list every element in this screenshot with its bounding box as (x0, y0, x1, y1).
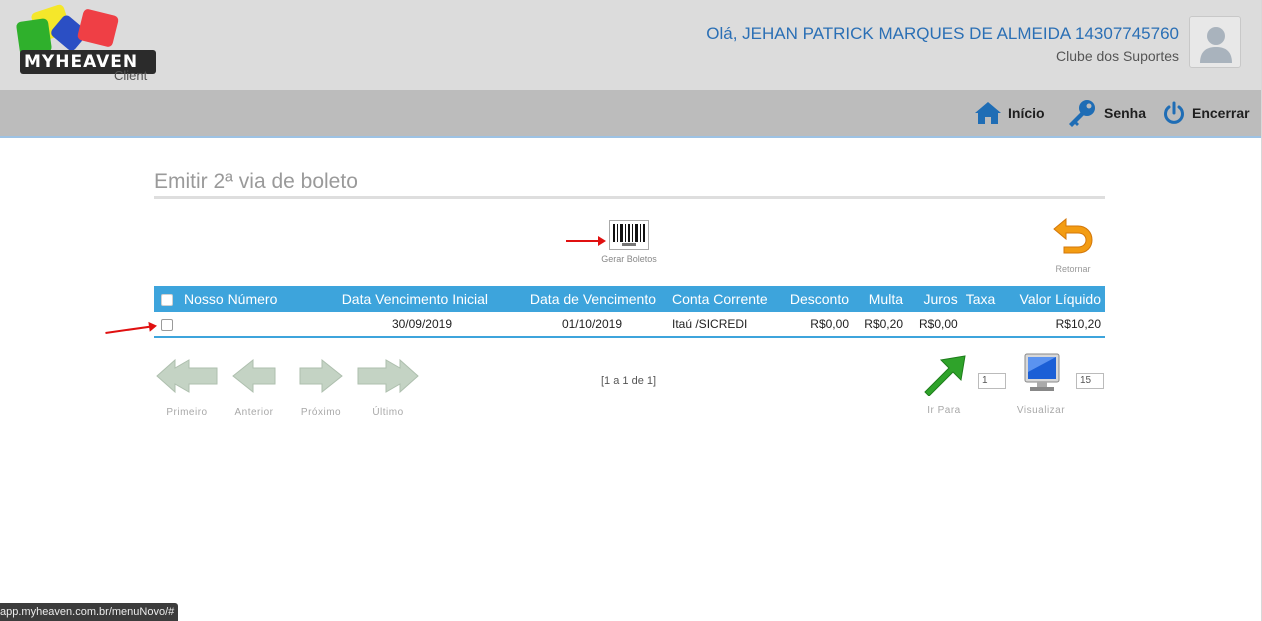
power-icon (1164, 101, 1184, 124)
nav-password[interactable]: Senha (1066, 90, 1146, 136)
view-label: Visualizar (1016, 405, 1066, 416)
page-size-input[interactable]: 15 (1076, 373, 1104, 389)
nav-logout[interactable]: Encerrar (1162, 90, 1250, 136)
nav-home-label: Início (1008, 105, 1045, 121)
nav-home[interactable]: Início (974, 90, 1045, 136)
last-page-button[interactable]: Último (355, 358, 421, 418)
view-button[interactable]: Visualizar (1014, 352, 1068, 416)
col-nosso-numero[interactable]: Nosso Número (180, 286, 304, 312)
go-to-page-label: Ir Para (927, 405, 961, 416)
return-button[interactable]: Retornar (1045, 215, 1101, 274)
col-data-vencimento[interactable]: Data de Vencimento (492, 286, 660, 312)
generate-boletos-button[interactable]: Gerar Boletos (600, 220, 658, 265)
double-arrow-right-icon (357, 358, 419, 394)
next-page-label: Próximo (300, 407, 342, 418)
nav-password-label: Senha (1104, 105, 1147, 121)
col-multa[interactable]: Multa (853, 286, 907, 312)
boletos-table: Nosso Número Data Vencimento Inicial Dat… (154, 286, 1105, 338)
select-all-cell (154, 286, 180, 312)
table-row[interactable]: 30/09/2019 01/10/2019 Itaú /SICREDI R$0,… (154, 312, 1105, 337)
logo-subtitle: Client (114, 68, 148, 83)
row-checkbox[interactable] (161, 318, 173, 331)
title-divider (154, 196, 1105, 199)
select-all-checkbox[interactable] (161, 294, 173, 307)
user-silhouette-icon (1200, 27, 1232, 63)
previous-page-label: Anterior (234, 407, 274, 418)
go-to-page-button[interactable]: Ir Para (918, 352, 970, 416)
cell-data-vencimento-inicial: 30/09/2019 (391, 317, 452, 331)
browser-status-url: app.myheaven.com.br/menuNovo/# (0, 603, 179, 621)
annotation-arrow-generate (566, 236, 606, 246)
row-select-cell (154, 312, 180, 337)
logo-red-tile (76, 8, 120, 48)
green-arrow-icon (924, 355, 966, 397)
col-valor-liquido[interactable]: Valor Líquido (1004, 286, 1105, 312)
first-page-label: Primeiro (166, 407, 208, 418)
return-arrow-icon (1053, 217, 1093, 254)
go-to-page-input[interactable]: 1 (978, 373, 1006, 389)
cell-desconto: R$0,00 (810, 317, 849, 331)
col-taxa[interactable]: Taxa (962, 286, 1004, 312)
user-greeting: Olá, JEHAN PATRICK MARQUES DE ALMEIDA 14… (706, 24, 1179, 43)
organization-name: Clube dos Suportes (1056, 48, 1179, 64)
cell-nosso-numero (180, 312, 304, 337)
annotation-arrow-checkbox (105, 325, 156, 334)
cell-data-vencimento: 01/10/2019 (561, 317, 622, 331)
cell-juros: R$0,00 (919, 317, 958, 331)
previous-page-button[interactable]: Anterior (221, 358, 287, 418)
double-arrow-left-icon (156, 358, 218, 394)
barcode-icon (609, 220, 649, 250)
next-page-button[interactable]: Próximo (288, 358, 354, 418)
key-icon (1069, 100, 1095, 127)
cell-valor-liquido: R$10,20 (1055, 317, 1101, 331)
table-header-row: Nosso Número Data Vencimento Inicial Dat… (154, 286, 1105, 312)
arrow-left-icon (232, 358, 276, 394)
col-juros[interactable]: Juros (907, 286, 962, 312)
monitor-icon (1024, 353, 1060, 391)
generate-boletos-label: Gerar Boletos (601, 254, 657, 264)
pagination-info: [1 a 1 de 1] (601, 375, 657, 387)
first-page-button[interactable]: Primeiro (154, 358, 220, 418)
nav-logout-label: Encerrar (1192, 105, 1250, 121)
col-conta-corrente[interactable]: Conta Corrente (660, 286, 780, 312)
myheaven-logo[interactable]: MYHEAVEN Client (14, 3, 164, 86)
return-label: Retornar (1055, 264, 1091, 274)
cell-taxa (962, 312, 1004, 337)
top-navbar: Início Senha Encerrar (0, 90, 1262, 138)
home-icon (975, 102, 1001, 124)
cell-conta-corrente: Itaú /SICREDI (672, 317, 748, 331)
col-data-vencimento-inicial[interactable]: Data Vencimento Inicial (304, 286, 492, 312)
avatar[interactable] (1189, 16, 1241, 68)
cell-multa: R$0,20 (864, 317, 903, 331)
header: MYHEAVEN Client Olá, JEHAN PATRICK MARQU… (0, 0, 1262, 90)
last-page-label: Último (372, 407, 404, 418)
arrow-right-icon (299, 358, 343, 394)
col-desconto[interactable]: Desconto (780, 286, 853, 312)
page-title: Emitir 2ª via de boleto (154, 170, 358, 193)
